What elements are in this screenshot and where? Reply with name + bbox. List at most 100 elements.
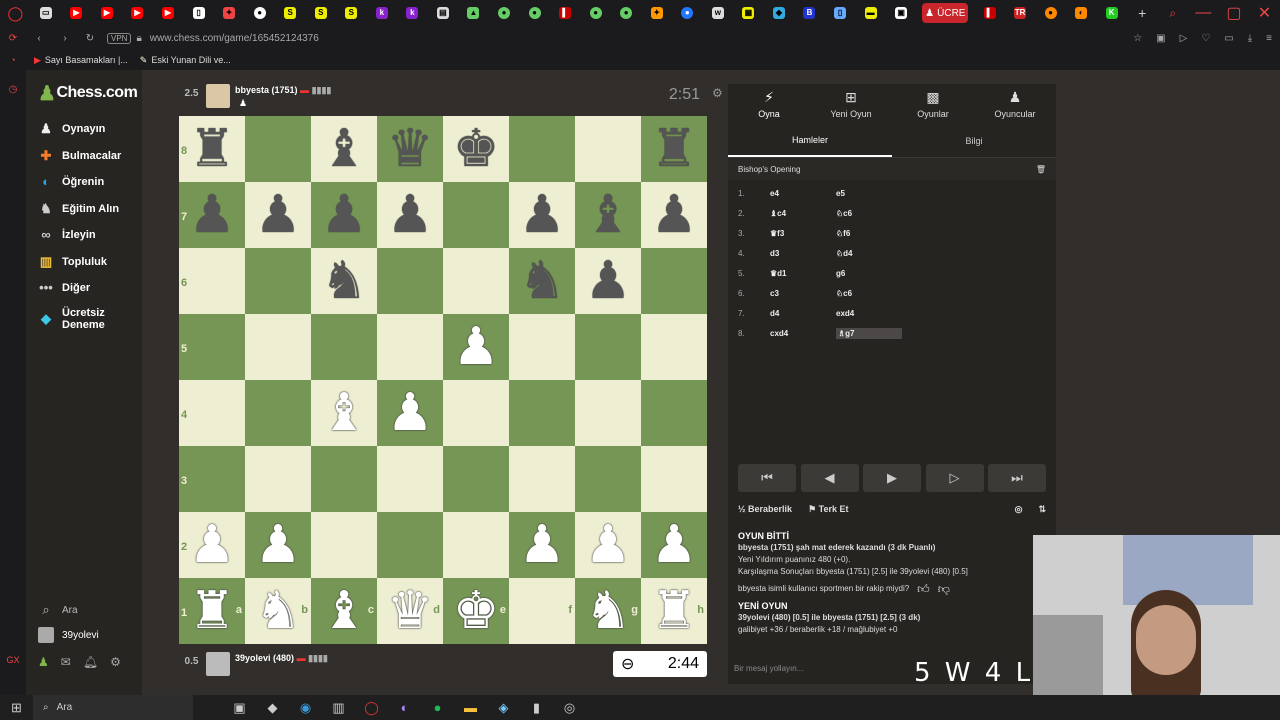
tab-favicon[interactable]: ✦ bbox=[214, 0, 245, 26]
tab-favicon[interactable]: k bbox=[367, 0, 398, 26]
opera-menu-icon[interactable]: ◯ bbox=[0, 0, 31, 26]
board-square[interactable]: h ♜ bbox=[641, 578, 707, 644]
white-move[interactable]: cxd4 bbox=[770, 329, 836, 338]
black-knight-icon[interactable]: ♞ bbox=[321, 248, 368, 314]
board-square[interactable]: ♛ bbox=[377, 116, 443, 182]
board-square[interactable]: ♝ bbox=[575, 182, 641, 248]
sidebar-icon[interactable]: ◔ bbox=[0, 55, 26, 65]
board-square[interactable]: ♚ bbox=[443, 116, 509, 182]
tab-favicon[interactable]: ● bbox=[244, 0, 275, 26]
player-name[interactable]: 39yolevi (480) ▬ ▮▮▮▮ bbox=[235, 653, 328, 664]
tab-new-game[interactable]: ⊞ Yeni Oyun bbox=[810, 84, 892, 124]
share-icon[interactable]: ◎ bbox=[1015, 504, 1023, 515]
forward-icon[interactable]: › bbox=[52, 33, 78, 44]
board-square[interactable] bbox=[377, 446, 443, 512]
black-king-icon[interactable]: ♚ bbox=[453, 116, 500, 182]
thumbs-up-icon[interactable]: 👍︎ bbox=[917, 583, 930, 595]
board-square[interactable]: 8 ♜ bbox=[179, 116, 245, 182]
tab-moves[interactable]: Hamleler bbox=[728, 124, 892, 157]
first-move-button[interactable]: ⏮ bbox=[738, 464, 796, 492]
tab-favicon[interactable]: ▌ bbox=[550, 0, 581, 26]
board-square[interactable] bbox=[641, 248, 707, 314]
board-square[interactable] bbox=[641, 446, 707, 512]
mail-icon[interactable]: ✉ bbox=[61, 655, 71, 669]
board-square[interactable] bbox=[509, 116, 575, 182]
tab-favicon[interactable]: ▶ bbox=[61, 0, 92, 26]
black-pawn-icon[interactable]: ♟ bbox=[519, 182, 566, 248]
prev-move-button[interactable]: ◀ bbox=[800, 464, 859, 492]
tab-favicon[interactable]: S bbox=[305, 0, 336, 26]
board-square[interactable]: ♝ bbox=[311, 116, 377, 182]
windows-start-icon[interactable]: ⊞ bbox=[0, 700, 33, 716]
photos-icon[interactable]: ◆ bbox=[256, 700, 289, 716]
nav-play[interactable]: ♟ Oynayın bbox=[26, 116, 142, 143]
black-move[interactable]: ♘f6 bbox=[836, 229, 902, 238]
trash-icon[interactable]: 🗑︎ bbox=[1036, 165, 1046, 174]
app-icon[interactable]: ◈ bbox=[487, 700, 520, 716]
board-square[interactable] bbox=[377, 248, 443, 314]
tab-favicon[interactable]: S bbox=[275, 0, 306, 26]
menu-icon[interactable]: ≡ bbox=[1266, 33, 1272, 44]
board-square[interactable] bbox=[641, 314, 707, 380]
board-square[interactable]: ♟ bbox=[641, 182, 707, 248]
white-pawn-icon[interactable]: ♟ bbox=[651, 512, 698, 578]
tab-favicon[interactable]: ◐ bbox=[1066, 0, 1097, 26]
new-game-line[interactable]: 39yolevi (480) [0.5] ile bbyesta (1751) … bbox=[738, 612, 1038, 624]
white-pawn-icon[interactable]: ♟ bbox=[255, 512, 302, 578]
white-pawn-icon[interactable]: ♟ bbox=[387, 380, 434, 446]
board-square[interactable] bbox=[575, 314, 641, 380]
tab-favicon[interactable]: ▲ bbox=[458, 0, 489, 26]
tab-play[interactable]: ⚡︎ Oyna bbox=[728, 84, 810, 124]
nav-learn[interactable]: ◐ Öğrenin bbox=[26, 169, 142, 196]
board-square[interactable]: ♞ bbox=[509, 248, 575, 314]
nav-more[interactable]: ••• Diğer bbox=[26, 275, 142, 302]
opening-name[interactable]: Bishop's Opening bbox=[738, 165, 800, 174]
task-view-icon[interactable]: ▣ bbox=[223, 700, 256, 716]
tab-favicon[interactable]: ▶ bbox=[153, 0, 184, 26]
nav-free-trial[interactable]: ◆ Ücretsiz Deneme bbox=[26, 302, 142, 336]
settings-icon[interactable]: ⚙ bbox=[110, 655, 121, 669]
board-square[interactable]: ♞ bbox=[311, 248, 377, 314]
white-pawn-icon[interactable]: ♟ bbox=[453, 314, 500, 380]
black-pawn-icon[interactable]: ♟ bbox=[651, 182, 698, 248]
black-pawn-icon[interactable]: ♟ bbox=[387, 182, 434, 248]
minimize-icon[interactable]: — bbox=[1188, 0, 1219, 26]
search-tabs-icon[interactable]: ⌕ bbox=[1158, 0, 1189, 26]
tab-favicon[interactable]: TR bbox=[1005, 0, 1036, 26]
reload-icon[interactable]: ↻ bbox=[78, 33, 102, 44]
black-move[interactable]: ♘c6 bbox=[836, 289, 902, 298]
board-square[interactable] bbox=[443, 446, 509, 512]
gx-icon[interactable]: GX bbox=[0, 655, 26, 665]
board-square[interactable]: ♟ bbox=[443, 314, 509, 380]
tab-favicon[interactable]: ▦ bbox=[733, 0, 764, 26]
board-square[interactable]: ♟ bbox=[575, 512, 641, 578]
black-pawn-icon[interactable]: ♟ bbox=[189, 182, 236, 248]
board-square[interactable] bbox=[641, 380, 707, 446]
close-icon[interactable]: ✕ bbox=[1249, 0, 1280, 26]
chat-input[interactable]: Bir mesaj yollayın... bbox=[734, 664, 803, 673]
tab-favicon[interactable]: ● bbox=[1035, 0, 1066, 26]
tab-favicon[interactable]: ● bbox=[611, 0, 642, 26]
bell-icon[interactable]: 🔔︎ bbox=[83, 655, 98, 669]
tab-info[interactable]: Bilgi bbox=[892, 124, 1056, 157]
vpn-badge[interactable]: VPN bbox=[107, 32, 132, 44]
white-king-icon[interactable]: ♚ bbox=[453, 578, 500, 644]
white-bishop-icon[interactable]: ♝ bbox=[321, 380, 368, 446]
tab-favicon[interactable]: ◆ bbox=[764, 0, 795, 26]
board-square[interactable] bbox=[509, 380, 575, 446]
chess-board[interactable]: 8 ♜ ♝ ♛ ♚ ♜ 7 ♟ ♟ ♟ ♟ ♟ ♝ ♟ 6 ♞ ♞ ♟ 5 ♟ 4 ♝ ♟ 3 2 ♟ ♟ ♟ ♟ ♟ 1 a ♜ b ♞ c ♝ d ♛ e… bbox=[179, 116, 707, 644]
board-square[interactable]: 7 ♟ bbox=[179, 182, 245, 248]
tab-favicon[interactable]: ▌ bbox=[974, 0, 1005, 26]
board-square[interactable]: d ♛ bbox=[377, 578, 443, 644]
board-square[interactable]: ♟ bbox=[245, 512, 311, 578]
white-bishop-icon[interactable]: ♝ bbox=[321, 578, 368, 644]
black-bishop-icon[interactable]: ♝ bbox=[321, 116, 368, 182]
tab-favicon[interactable]: ● bbox=[672, 0, 703, 26]
tab-favicon[interactable]: ▤ bbox=[428, 0, 459, 26]
bookmark-item[interactable]: Eski Yunan Dili ve... bbox=[151, 55, 230, 65]
board-square[interactable] bbox=[509, 446, 575, 512]
board-square[interactable] bbox=[443, 182, 509, 248]
white-pawn-icon[interactable]: ♟ bbox=[189, 512, 236, 578]
black-queen-icon[interactable]: ♛ bbox=[387, 116, 434, 182]
board-square[interactable] bbox=[509, 314, 575, 380]
